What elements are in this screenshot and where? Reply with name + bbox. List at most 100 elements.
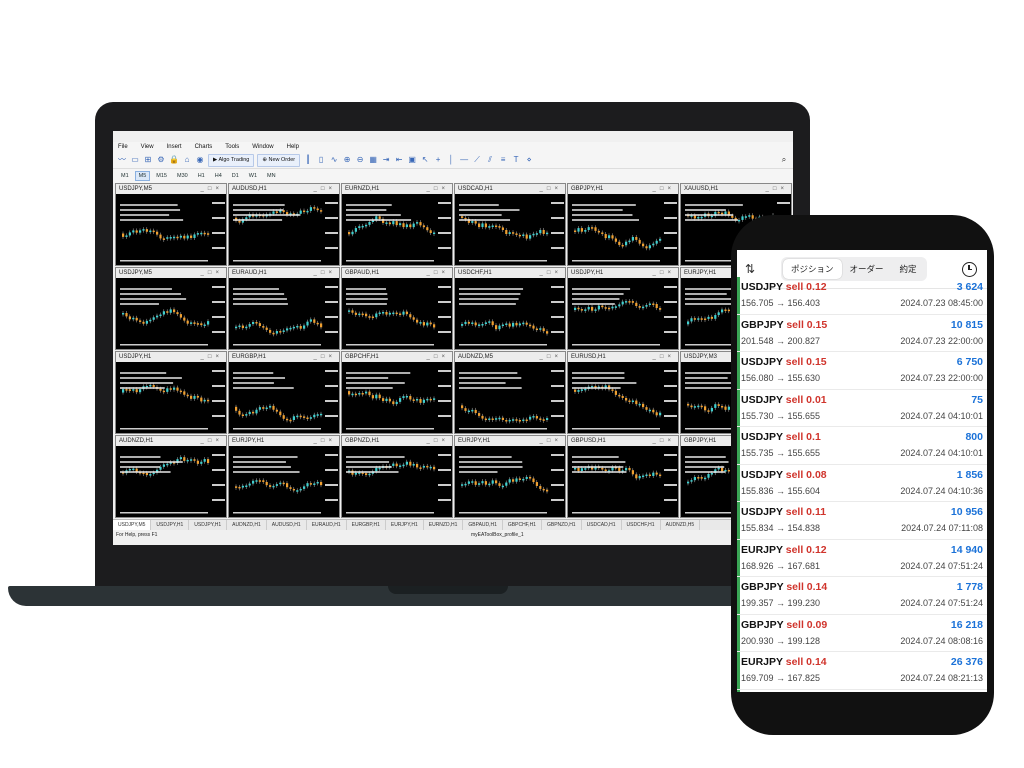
chart-window[interactable]: GBPCHF,H1 _□× [341, 351, 453, 434]
window-controls-icon[interactable]: _□× [427, 352, 452, 362]
chart-window[interactable]: GBPAUD,H1 _□× [341, 267, 453, 350]
position-row[interactable]: USDJPY sell 0.1413 986 [737, 689, 987, 692]
window-controls-icon[interactable]: _□× [766, 184, 791, 194]
chart-tab[interactable]: USDCHF,H1 [622, 520, 661, 530]
fibo-icon[interactable]: ≡ [498, 155, 508, 165]
timeframe-h4[interactable]: H4 [211, 171, 226, 181]
chart-tab[interactable]: GBPAUD,H1 [463, 520, 503, 530]
timeframe-m1[interactable]: M1 [117, 171, 133, 181]
chart-tab[interactable]: EURGBP,H1 [347, 520, 386, 530]
chart-tab[interactable]: GBPNZD,H1 [542, 520, 582, 530]
chart-window[interactable]: EURUSD,H1 _□× [567, 351, 679, 434]
shift-icon[interactable]: ⇤ [394, 155, 404, 165]
window-controls-icon[interactable]: _□× [201, 352, 226, 362]
menu-tools[interactable]: Tools [225, 144, 239, 150]
channel-icon[interactable]: ⫽ [485, 155, 495, 165]
window-controls-icon[interactable]: _□× [314, 436, 339, 446]
algo-trading-button[interactable]: ▶ Algo Trading [208, 153, 255, 167]
timeframe-m15[interactable]: M15 [152, 171, 171, 181]
position-row[interactable]: USDJPY sell 0.15 6 750 156.080 → 155.630 20… [737, 352, 987, 390]
bar-chart-icon[interactable]: ┃ [303, 155, 313, 165]
window-controls-icon[interactable]: _□× [540, 184, 565, 194]
position-row[interactable]: GBPJPY sell 0.09 16 218 200.930 → 199.128 2… [737, 614, 987, 652]
window-controls-icon[interactable]: _□× [314, 184, 339, 194]
shapes-icon[interactable]: ⋄ [524, 155, 534, 165]
chart-window[interactable]: GBPJPY,H1 _□× [567, 183, 679, 266]
position-row[interactable]: GBPJPY sell 0.15 10 815 201.548 → 200.827 2… [737, 314, 987, 352]
window-controls-icon[interactable]: _□× [427, 436, 452, 446]
sort-icon[interactable]: ⇅ [737, 262, 763, 276]
window-controls-icon[interactable]: _□× [540, 268, 565, 278]
chart-window[interactable]: GBPNZD,H1 _□× [341, 435, 453, 518]
position-row[interactable]: EURJPY sell 0.14 26 376 169.709 → 167.825 2… [737, 652, 987, 690]
window-controls-icon[interactable]: _□× [653, 268, 678, 278]
menu-view[interactable]: View [141, 144, 154, 150]
segment-0[interactable]: ポジション [783, 259, 842, 279]
candle-chart-icon[interactable]: ▯ [316, 155, 326, 165]
window-controls-icon[interactable]: _□× [201, 268, 226, 278]
window-controls-icon[interactable]: _□× [653, 352, 678, 362]
chart-tab[interactable]: USDJPY,H1 [189, 520, 228, 530]
position-row[interactable]: EURJPY sell 0.12 14 940 168.926 → 167.681 2… [737, 539, 987, 577]
chart-tab[interactable]: USDJPY,M5 [113, 520, 152, 530]
chart-window[interactable]: USDJPY,M5 _□× [115, 183, 227, 266]
chart-tab[interactable]: AUDNZD,H5 [661, 520, 701, 530]
tile-icon[interactable]: ▦ [368, 155, 378, 165]
position-row[interactable]: USDJPY sell 0.08 1 856 155.836 → 155.604 20… [737, 464, 987, 502]
window-controls-icon[interactable]: _□× [540, 436, 565, 446]
menu-file[interactable]: File [118, 144, 128, 150]
chart-window[interactable]: USDCAD,H1 _□× [454, 183, 566, 266]
home-icon[interactable]: ⌂ [182, 155, 192, 165]
window-controls-icon[interactable]: _□× [201, 184, 226, 194]
window-controls-icon[interactable]: _□× [314, 352, 339, 362]
window-controls-icon[interactable]: _□× [427, 184, 452, 194]
chart-window[interactable]: EURGBP,H1 _□× [228, 351, 340, 434]
window-controls-icon[interactable]: _□× [314, 268, 339, 278]
text-icon[interactable]: T [511, 155, 521, 165]
timeframe-h1[interactable]: H1 [194, 171, 209, 181]
window-controls-icon[interactable]: _□× [201, 436, 226, 446]
timeframe-d1[interactable]: D1 [228, 171, 243, 181]
chart-window[interactable]: GBPUSD,H1 _□× [567, 435, 679, 518]
horizontal-line-icon[interactable]: — [459, 155, 469, 165]
segment-2[interactable]: 約定 [892, 259, 925, 279]
zoom-in-icon[interactable]: ⊕ [342, 155, 352, 165]
chart-type-icon[interactable]: 〰 [117, 155, 127, 165]
window-controls-icon[interactable]: _□× [653, 436, 678, 446]
chart-window[interactable]: EURJPY,H1 _□× [454, 435, 566, 518]
chart-window[interactable]: AUDNZD,H1 _□× [115, 435, 227, 518]
screenshot-icon[interactable]: ▣ [407, 155, 417, 165]
timeframe-mn[interactable]: MN [263, 171, 280, 181]
window-controls-icon[interactable]: _□× [540, 352, 565, 362]
vertical-line-icon[interactable]: │ [446, 155, 456, 165]
menu-window[interactable]: Window [252, 144, 273, 150]
chart-tab[interactable]: GBPCHF,H1 [503, 520, 542, 530]
timeframe-m30[interactable]: M30 [173, 171, 192, 181]
chart-tab[interactable]: EURNZD,H1 [424, 520, 464, 530]
monitor-icon[interactable]: ▭ [130, 155, 140, 165]
chart-window[interactable]: EURNZD,H1 _□× [341, 183, 453, 266]
chart-window[interactable]: EURAUD,H1 _□× [228, 267, 340, 350]
timeframe-m5[interactable]: M5 [134, 171, 151, 181]
chart-window[interactable]: AUDUSD,H1 _□× [228, 183, 340, 266]
chart-tab[interactable]: AUDUSD,H1 [267, 520, 307, 530]
chart-window[interactable]: EURJPY,H1 _□× [228, 435, 340, 518]
search-icon[interactable]: ⌕ [779, 155, 789, 165]
chart-tab[interactable]: AUDNZD,H1 [227, 520, 267, 530]
position-row[interactable]: USDJPY sell 0.01 75 155.730 → 155.655 2024.… [737, 389, 987, 427]
autoscroll-icon[interactable]: ⇥ [381, 155, 391, 165]
chart-tab[interactable]: USDCAD,H1 [582, 520, 622, 530]
chart-window[interactable]: USDJPY,M5 _□× [115, 267, 227, 350]
chart-tab[interactable]: USDJPY,H1 [151, 520, 190, 530]
menu-charts[interactable]: Charts [195, 144, 213, 150]
settings-icon[interactable]: ⚙ [156, 155, 166, 165]
cursor-icon[interactable]: ↖ [420, 155, 430, 165]
lock-icon[interactable]: 🔒 [169, 155, 179, 165]
menu-help[interactable]: Help [287, 144, 299, 150]
chart-tab[interactable]: EURJPY,H1 [386, 520, 424, 530]
trendline-icon[interactable]: ⟋ [472, 155, 482, 165]
chart-window[interactable]: AUDNZD,M5 _□× [454, 351, 566, 434]
menu-insert[interactable]: Insert [167, 144, 182, 150]
segment-1[interactable]: オーダー [842, 259, 892, 279]
position-row[interactable]: USDJPY sell 0.12 3 624 156.705 → 156.403 20… [737, 277, 987, 315]
